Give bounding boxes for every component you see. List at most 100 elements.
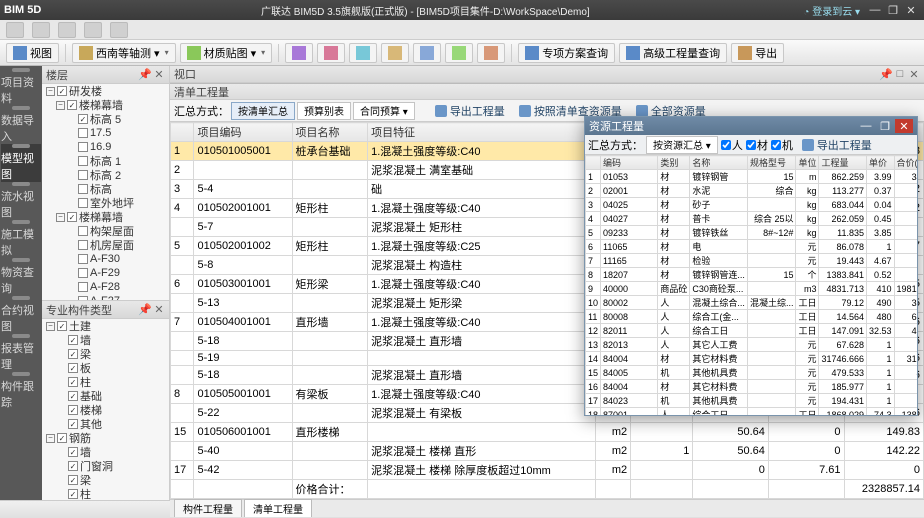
close-icon[interactable]: ✕ <box>153 304 165 316</box>
tree-node[interactable]: 标高 2 <box>42 168 169 182</box>
checkbox[interactable] <box>68 377 78 387</box>
column-header[interactable]: 编码 <box>601 156 658 170</box>
resource-titlebar[interactable]: 资源工程量 — ❐ ✕ <box>585 117 917 135</box>
checkbox[interactable] <box>68 419 78 429</box>
checkbox[interactable] <box>68 349 78 359</box>
export-qty-button[interactable]: 导出工程量 <box>429 102 511 120</box>
nav-item[interactable]: 构件跟踪 <box>1 372 41 410</box>
filter-person[interactable]: 人 <box>721 137 743 153</box>
column-header[interactable]: 工程量 <box>819 156 867 170</box>
tree-node[interactable]: −钢筋 <box>42 431 169 445</box>
tree-node[interactable]: 梁 <box>42 473 169 487</box>
tree-node[interactable]: A-F30 <box>42 252 169 266</box>
table-row[interactable]: 5-40泥浆混凝土 楼梯 直形m2150.640142.22 <box>171 442 924 461</box>
resource-mode-dropdown[interactable]: 按资源汇总 ▾ <box>646 136 718 154</box>
column-header[interactable]: 项目编码 <box>194 123 292 142</box>
nav-item[interactable]: 数据导入 <box>1 106 41 144</box>
checkbox[interactable] <box>67 100 77 110</box>
floor-tree[interactable]: −研发楼−楼梯幕墙标高 517.516.9标高 1标高 2标高室外地坪−楼梯幕墙… <box>42 84 169 300</box>
tree-node[interactable]: 梁 <box>42 347 169 361</box>
close-icon[interactable]: ✕ <box>895 119 913 133</box>
table-row[interactable]: 101053材镀锌钢管15m862.2593.993440.41 <box>586 170 918 184</box>
table-row[interactable]: 15010506001001直形楼梯m250.640149.83 <box>171 423 924 442</box>
checkbox[interactable] <box>68 363 78 373</box>
table-row[interactable]: 1484004材其它材料费元31746.666131746.65 <box>586 352 918 366</box>
tree-node[interactable]: 构架屋面 <box>42 224 169 238</box>
checkbox[interactable] <box>68 335 78 345</box>
tree-node[interactable]: A-F28 <box>42 280 169 294</box>
checkbox[interactable] <box>78 268 88 278</box>
table-row[interactable]: 1080002人混凝土综合...混凝土综...工日79.1249038768.8 <box>586 296 918 310</box>
checkbox[interactable] <box>68 489 78 499</box>
tree-node[interactable]: −研发楼 <box>42 84 169 98</box>
checkbox[interactable] <box>67 212 77 222</box>
nav-item[interactable]: 项目资料 <box>1 68 41 106</box>
tool-button[interactable] <box>317 43 345 63</box>
tool-button[interactable] <box>477 43 505 63</box>
tree-node[interactable]: 标高 5 <box>42 112 169 126</box>
table-row[interactable]: 1382013人其它人工费元67.628167.63 <box>586 338 918 352</box>
minimize-button[interactable]: — <box>866 3 884 17</box>
resource-window[interactable]: 资源工程量 — ❐ ✕ 汇总方式： 按资源汇总 ▾ 人 材 机 导出工程量 编码… <box>584 116 918 416</box>
column-header[interactable]: 单位 <box>796 156 819 170</box>
tree-node[interactable]: 标高 1 <box>42 154 169 168</box>
column-header[interactable]: 合价(元) <box>894 156 917 170</box>
column-header[interactable]: 单价 <box>867 156 895 170</box>
column-header[interactable] <box>586 156 601 170</box>
expand-icon[interactable]: − <box>46 434 55 443</box>
table-row[interactable]: 818207材镀锌钢管连...15个1383.8410.52719.6 <box>586 268 918 282</box>
table-row[interactable]: 1180008人综合工(金...工日14.5644806990.72 <box>586 310 918 324</box>
tree-node[interactable]: 墙 <box>42 333 169 347</box>
table-row[interactable]: 611065材电元86.078186.08 <box>586 240 918 254</box>
tree-node[interactable]: −楼梯幕墙 <box>42 98 169 112</box>
pin-icon[interactable]: 📌 <box>880 68 892 80</box>
tool-button[interactable] <box>413 43 441 63</box>
checkbox[interactable] <box>68 405 78 415</box>
tool-button[interactable] <box>285 43 313 63</box>
expand-icon[interactable]: − <box>46 87 55 96</box>
nav-item[interactable]: 模型视图 <box>1 144 41 182</box>
mode-tab[interactable]: 按清单汇总 <box>231 102 295 120</box>
table-row[interactable]: 1684004材其它材料费元185.9771185.98 <box>586 380 918 394</box>
tree-node[interactable]: 16.9 <box>42 140 169 154</box>
pin-icon[interactable]: 📌 <box>139 304 151 316</box>
export-button[interactable]: 导出 <box>731 43 784 63</box>
table-row[interactable]: 1282011人综合工日工日147.09132.534784.88 <box>586 324 918 338</box>
checkbox[interactable] <box>78 240 88 250</box>
qat-icon[interactable] <box>32 22 50 38</box>
column-header[interactable]: 类别 <box>658 156 690 170</box>
table-row[interactable]: 404027材普卡综合 25以kg262.0590.45117.93 <box>586 212 918 226</box>
spec-tree[interactable]: −土建墙梁板柱基础楼梯其他−钢筋墙门窗洞梁柱板基础其他−给排水管道(水)阀门法兰… <box>42 319 169 500</box>
table-row[interactable]: 202001材水泥综合kg113.2770.3741.91 <box>586 184 918 198</box>
table-row[interactable]: 509233材镀锌铁丝8#~12#kg11.8353.8545.56 <box>586 226 918 240</box>
tree-node[interactable]: −土建 <box>42 319 169 333</box>
tree-node[interactable]: A-F29 <box>42 266 169 280</box>
minimize-icon[interactable]: — <box>857 119 875 133</box>
axis-dropdown[interactable]: 西南等轴测 ▾ <box>72 43 176 63</box>
tool-button[interactable] <box>349 43 377 63</box>
checkbox[interactable] <box>57 86 67 96</box>
expand-icon[interactable]: − <box>46 322 55 331</box>
tree-node[interactable]: 楼梯 <box>42 403 169 417</box>
tool-button[interactable] <box>381 43 409 63</box>
tree-node[interactable]: 基础 <box>42 389 169 403</box>
tool-button[interactable] <box>445 43 473 63</box>
view-button[interactable]: 视图 <box>6 43 59 63</box>
checkbox[interactable] <box>68 391 78 401</box>
checkbox[interactable] <box>78 184 88 194</box>
mode-tab[interactable]: 预算别表 <box>297 102 351 120</box>
material-dropdown[interactable]: 材质贴图 ▾ <box>180 43 273 63</box>
nav-item[interactable]: 报表管理 <box>1 334 41 372</box>
checkbox[interactable] <box>78 254 88 264</box>
checkbox[interactable] <box>78 142 88 152</box>
tree-node[interactable]: 机房屋面 <box>42 238 169 252</box>
checkbox[interactable] <box>78 156 88 166</box>
special-query-button[interactable]: 专项方案查询 <box>518 43 615 63</box>
bottom-tab[interactable]: 清单工程量 <box>244 499 312 517</box>
tree-node[interactable]: 门窗洞 <box>42 459 169 473</box>
tree-node[interactable]: 标高 <box>42 182 169 196</box>
nav-item[interactable]: 流水视图 <box>1 182 41 220</box>
maximize-button[interactable]: ❐ <box>884 3 902 17</box>
nav-item[interactable]: 施工模拟 <box>1 220 41 258</box>
resource-table[interactable]: 编码类别名称规格型号单位工程量单价合价(元)101053材镀锌钢管15m862.… <box>585 155 917 415</box>
